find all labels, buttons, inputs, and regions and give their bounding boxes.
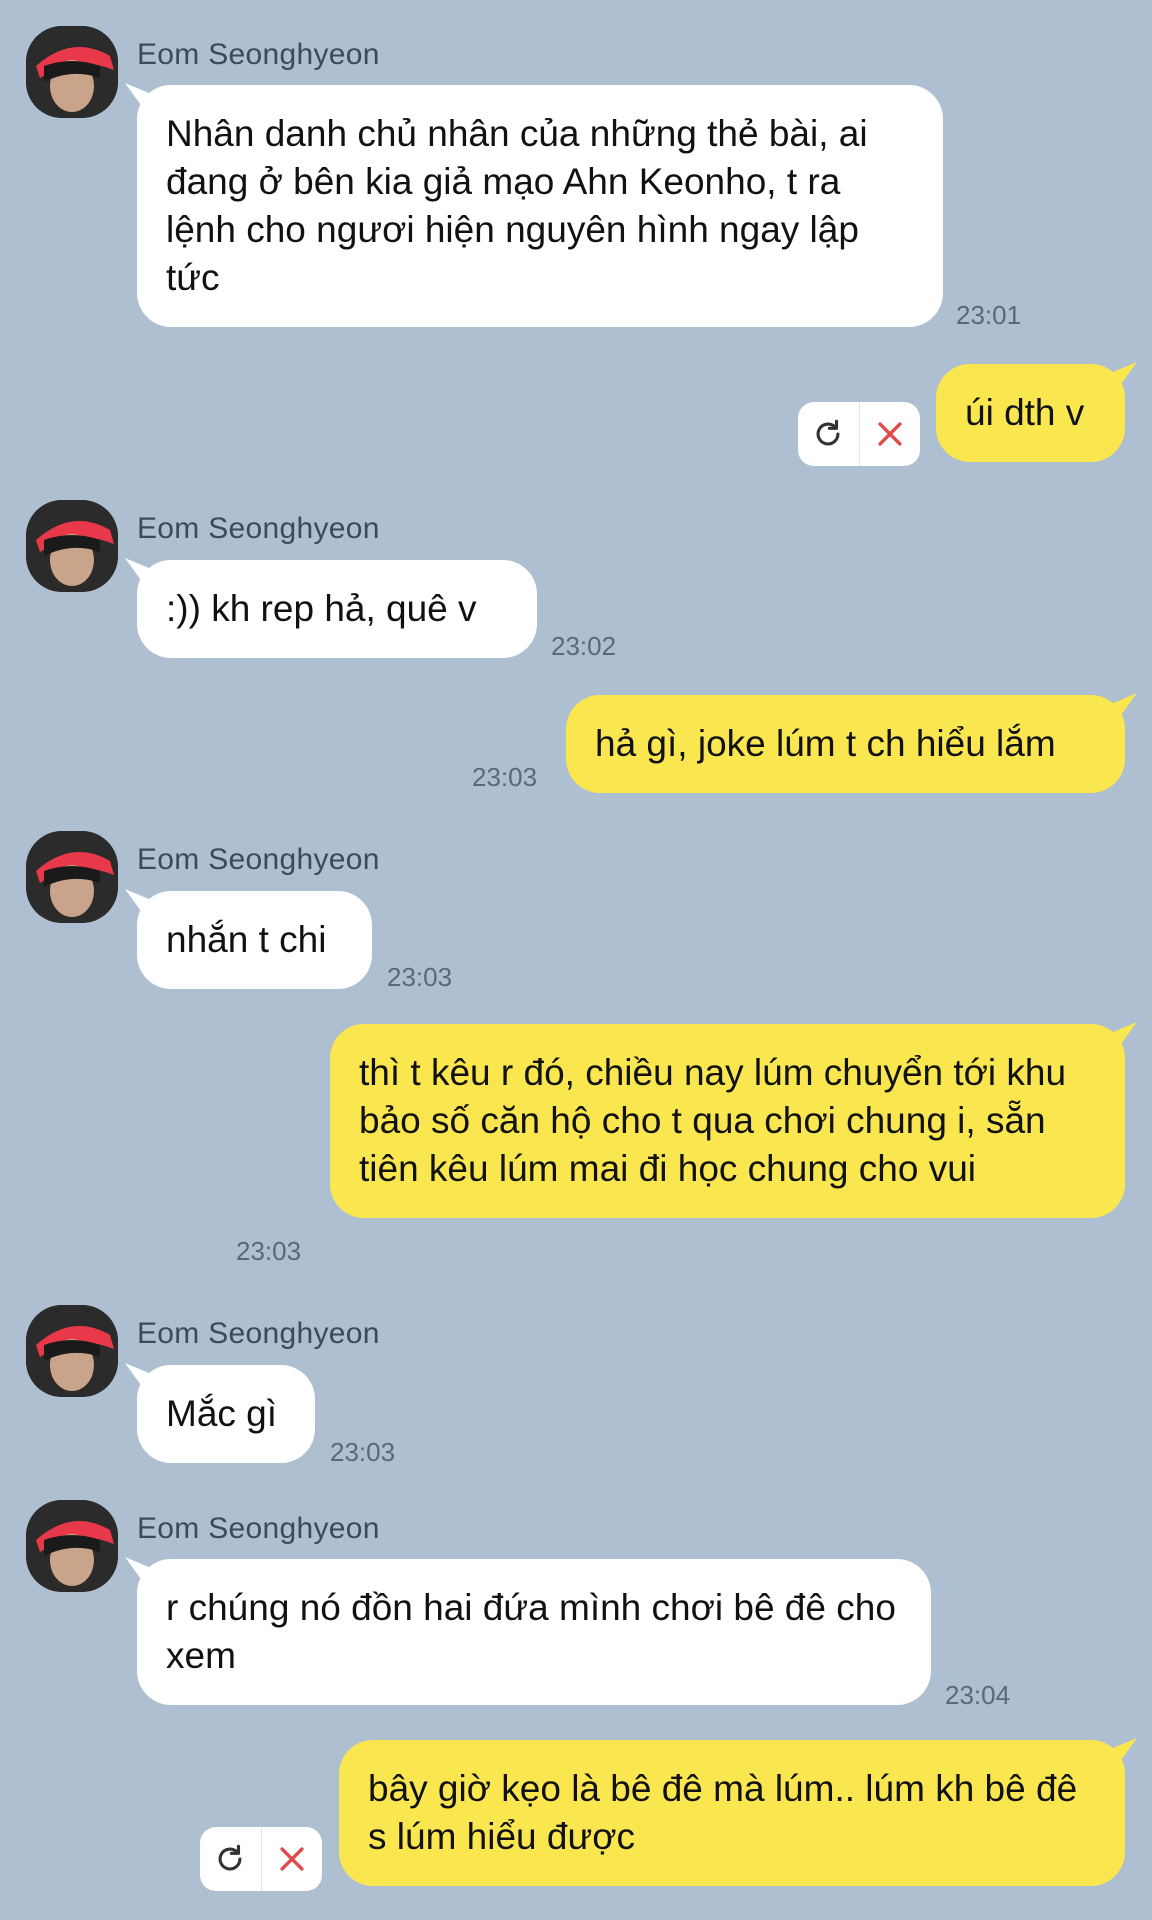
resend-icon[interactable]	[798, 402, 859, 466]
delete-icon[interactable]	[858, 402, 921, 466]
message-timestamp: 23:03	[387, 962, 453, 992]
message-bubble-incoming[interactable]: nhắn t chi	[137, 891, 372, 989]
message-text: nhắn t chi	[166, 919, 327, 960]
message-text: :)) kh rep hả, quê v	[166, 588, 477, 629]
message-text: Nhân danh chủ nhân của những thẻ bài, ai…	[166, 113, 868, 298]
message-text: r chúng nó đồn hai đứa mình chơi bê đê c…	[166, 1587, 896, 1676]
message-timestamp: 23:01	[956, 300, 1022, 330]
message-bubble-incoming[interactable]: :)) kh rep hả, quê v	[137, 560, 537, 658]
failed-message-actions	[798, 402, 920, 466]
message-bubble-outgoing[interactable]: úi dth v	[936, 364, 1125, 462]
message-timestamp: 23:02	[551, 631, 617, 661]
message-text: bây giờ kẹo là bê đê mà lúm.. lúm kh bê …	[368, 1768, 1078, 1857]
delete-icon[interactable]	[260, 1827, 323, 1891]
message-bubble-incoming[interactable]: Mắc gì	[137, 1365, 315, 1463]
message-timestamp: 23:04	[945, 1680, 1011, 1710]
contact-avatar[interactable]	[26, 500, 118, 592]
sender-name: Eom Seonghyeon	[137, 1317, 380, 1350]
resend-icon[interactable]	[200, 1827, 261, 1891]
sender-name: Eom Seonghyeon	[137, 1512, 380, 1545]
contact-avatar[interactable]	[26, 26, 118, 118]
message-bubble-incoming[interactable]: Nhân danh chủ nhân của những thẻ bài, ai…	[137, 85, 943, 327]
contact-avatar[interactable]	[26, 1305, 118, 1397]
sender-name: Eom Seonghyeon	[137, 512, 380, 545]
message-text: úi dth v	[965, 392, 1085, 433]
sender-name: Eom Seonghyeon	[137, 843, 380, 876]
message-timestamp: 23:03	[330, 1437, 396, 1467]
sender-name: Eom Seonghyeon	[137, 38, 380, 71]
message-timestamp: 23:03	[236, 1236, 302, 1266]
contact-avatar[interactable]	[26, 831, 118, 923]
message-text: hả gì, joke lúm t ch hiểu lắm	[595, 723, 1056, 764]
failed-message-actions	[200, 1827, 322, 1891]
contact-avatar[interactable]	[26, 1500, 118, 1592]
message-bubble-incoming[interactable]: r chúng nó đồn hai đứa mình chơi bê đê c…	[137, 1559, 931, 1705]
message-text: thì t kêu r đó, chiều nay lúm chuyển tới…	[359, 1052, 1067, 1189]
message-bubble-outgoing[interactable]: hả gì, joke lúm t ch hiểu lắm	[566, 695, 1125, 793]
message-text: Mắc gì	[166, 1393, 278, 1434]
message-timestamp: 23:03	[472, 762, 538, 792]
message-bubble-outgoing[interactable]: thì t kêu r đó, chiều nay lúm chuyển tới…	[330, 1024, 1125, 1218]
message-bubble-outgoing[interactable]: bây giờ kẹo là bê đê mà lúm.. lúm kh bê …	[339, 1740, 1125, 1886]
